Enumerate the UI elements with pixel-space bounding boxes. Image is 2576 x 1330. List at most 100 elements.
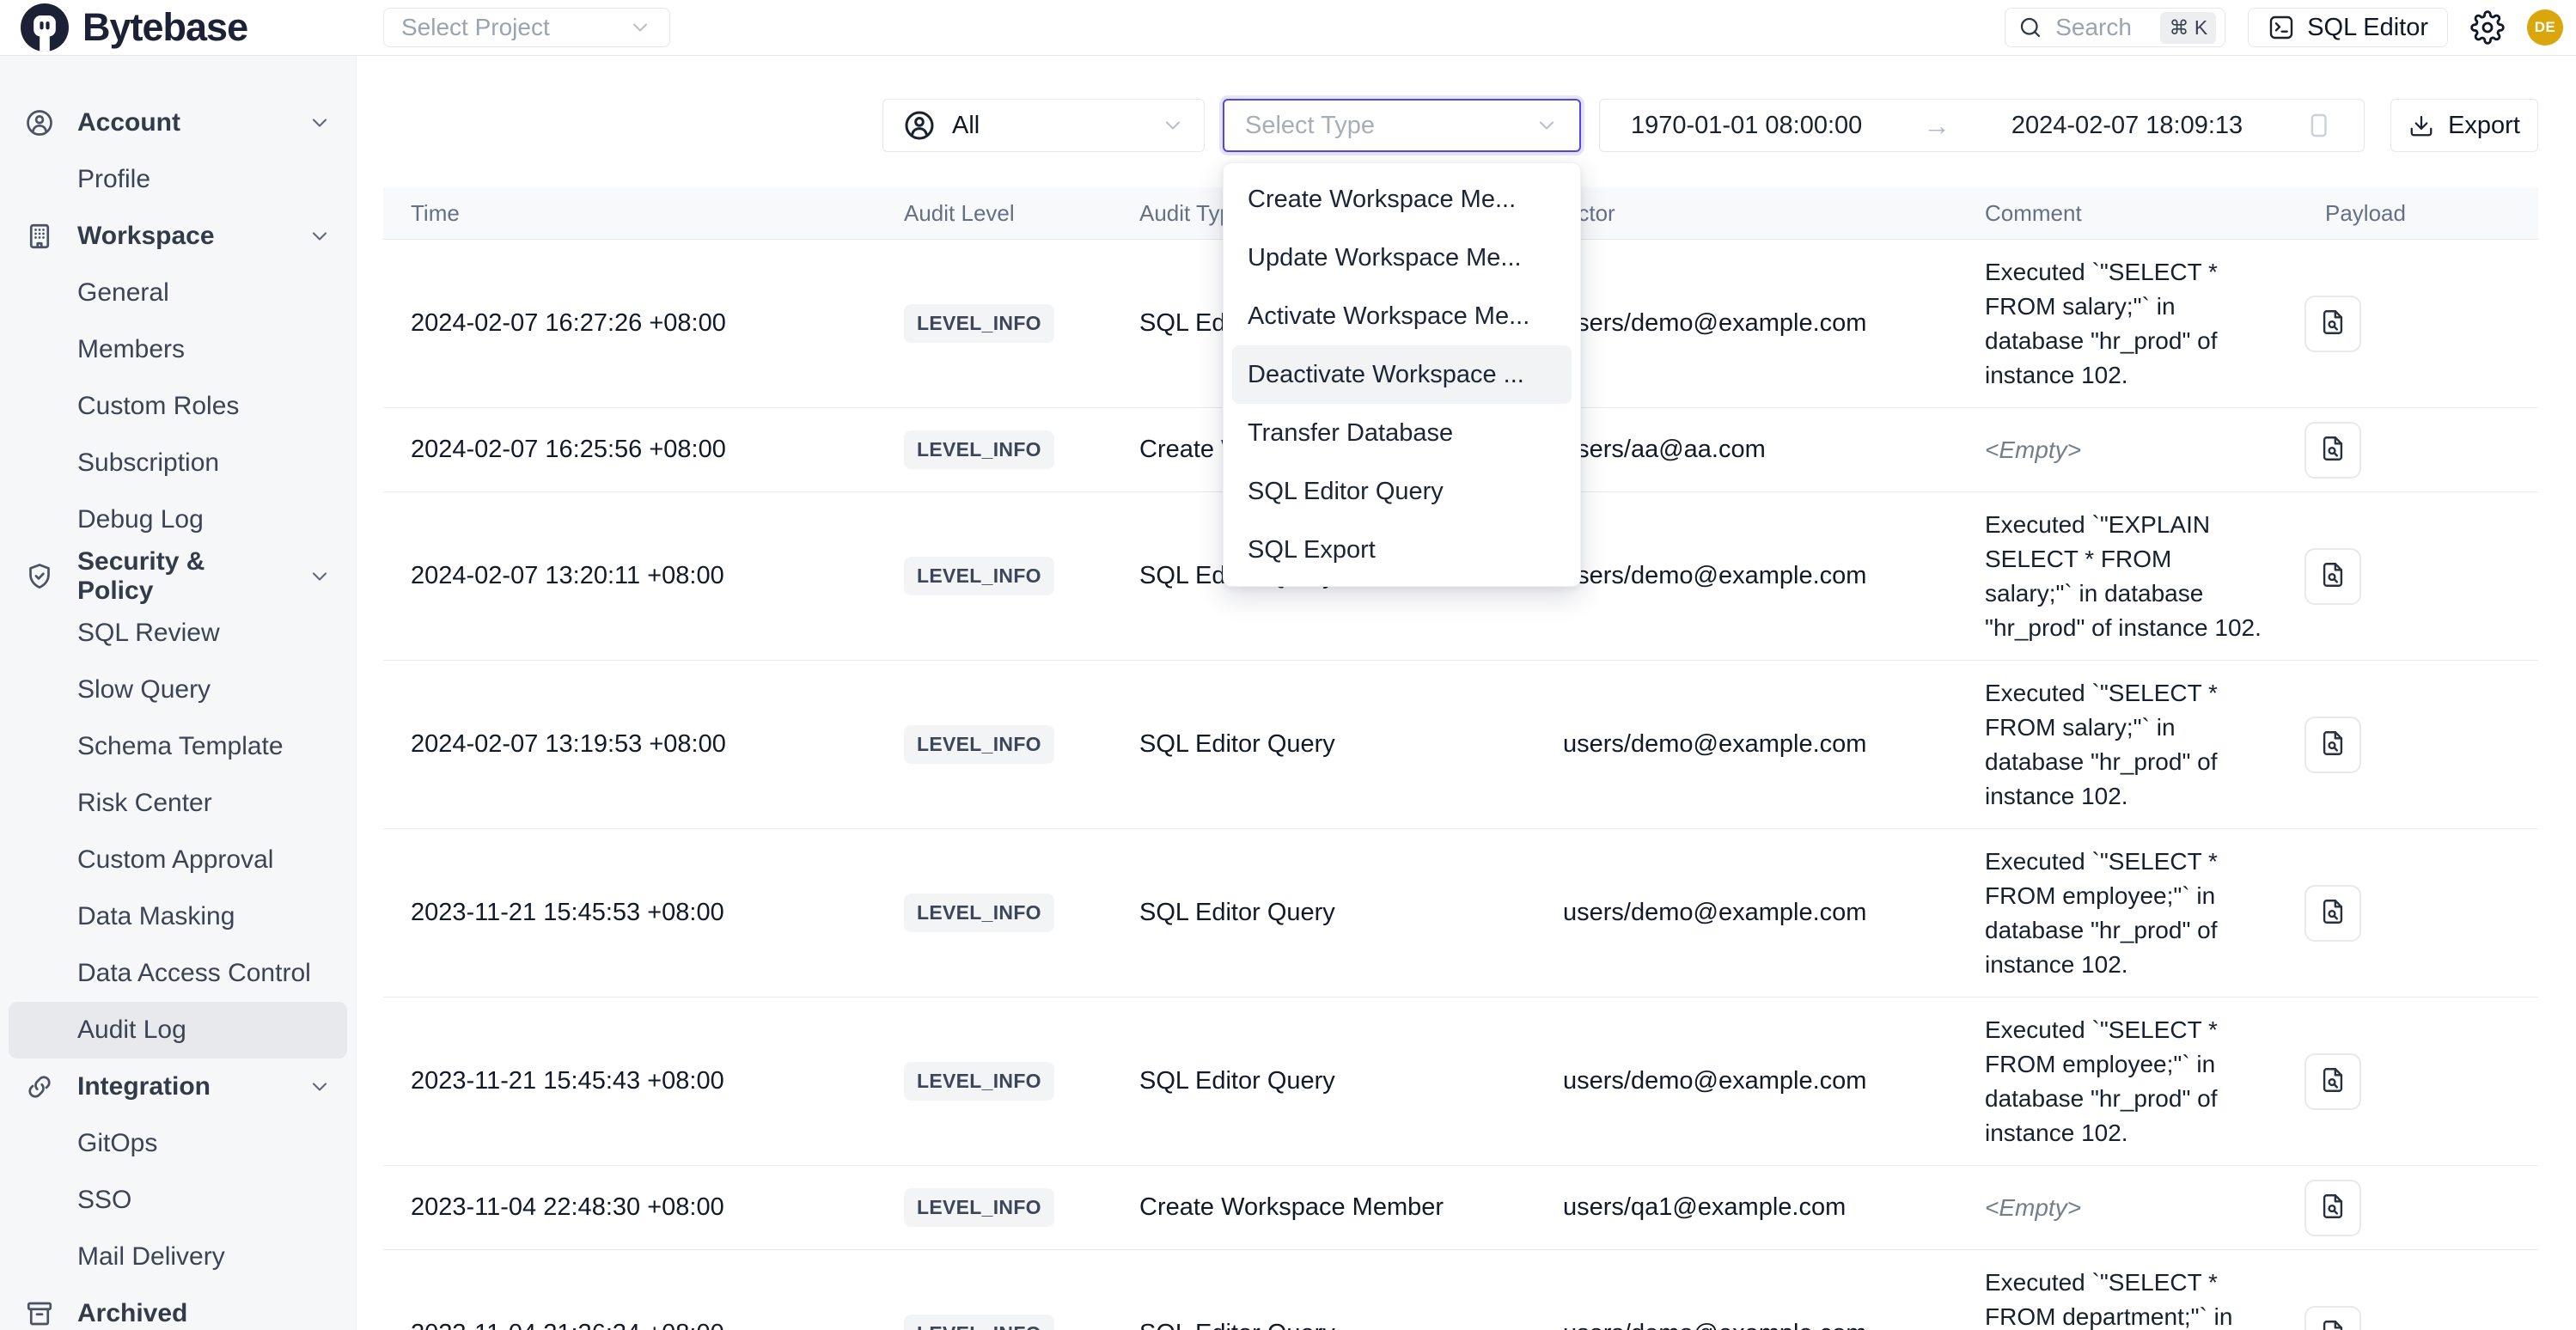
dropdown-option-label: Activate Workspace Me... — [1248, 302, 1529, 331]
sidebar-item-debug-log[interactable]: Debug Log — [9, 491, 347, 548]
dropdown-option-sql-editor-query[interactable]: SQL Editor Query — [1232, 462, 1572, 521]
audit-level-badge: LEVEL_INFO — [904, 1188, 1054, 1227]
sidebar-group-label: Workspace — [77, 222, 215, 251]
sidebar-group-integration[interactable]: Integration — [9, 1059, 347, 1115]
dropdown-option-transfer-database[interactable]: Transfer Database — [1232, 404, 1572, 462]
view-payload-button[interactable] — [2304, 1180, 2361, 1236]
sidebar-item-label: Schema Template — [77, 732, 284, 761]
audit-level-cell: LEVEL_INFO — [883, 725, 1119, 764]
audit-time: 2024-02-07 13:20:11 +08:00 — [383, 562, 883, 590]
view-payload-button[interactable] — [2304, 885, 2361, 942]
sidebar-item-label: GitOps — [77, 1129, 157, 1158]
sidebar-item-label: Members — [77, 335, 185, 364]
payload-cell — [2268, 885, 2538, 942]
payload-cell — [2268, 717, 2538, 773]
column-header-time: Time — [383, 200, 883, 227]
dropdown-option-create-workspace-me[interactable]: Create Workspace Me... — [1232, 170, 1572, 229]
file-search-icon — [2318, 1192, 2347, 1223]
date-range-start[interactable]: 1970-01-01 08:00:00 — [1631, 112, 1862, 140]
dropdown-option-update-workspace-me[interactable]: Update Workspace Me... — [1232, 229, 1572, 287]
sidebar-item-data-masking[interactable]: Data Masking — [9, 888, 347, 945]
audit-time: 2023-11-04 21:26:34 +08:00 — [383, 1320, 883, 1330]
sidebar-item-slow-query[interactable]: Slow Query — [9, 662, 347, 718]
date-range-picker[interactable]: 1970-01-01 08:00:00 → 2024-02-07 18:09:1… — [1599, 99, 2365, 152]
sidebar-item-general[interactable]: General — [9, 265, 347, 321]
view-payload-button[interactable] — [2304, 1306, 2361, 1330]
bytebase-logo-icon — [21, 3, 69, 52]
brand[interactable]: Bytebase — [0, 3, 357, 52]
sidebar-item-gitops[interactable]: GitOps — [9, 1115, 347, 1172]
view-payload-button[interactable] — [2304, 717, 2361, 773]
view-payload-button[interactable] — [2304, 422, 2361, 479]
audit-type: SQL Editor Query — [1119, 1320, 1542, 1330]
sidebar-item-data-access-control[interactable]: Data Access Control — [9, 945, 347, 1002]
sidebar-item-sql-review[interactable]: SQL Review — [9, 605, 347, 662]
sidebar-item-sso[interactable]: SSO — [9, 1172, 347, 1229]
settings-gear-icon[interactable] — [2470, 10, 2505, 45]
archive-icon — [24, 1298, 55, 1329]
payload-cell — [2268, 296, 2538, 352]
sidebar-item-label: Subscription — [77, 448, 219, 478]
sidebar-item-label: Custom Roles — [77, 392, 239, 421]
table-row: 2023-11-21 15:45:43 +08:00LEVEL_INFOSQL … — [383, 998, 2538, 1166]
export-button[interactable]: Export — [2390, 99, 2538, 152]
audit-level-badge: LEVEL_INFO — [904, 430, 1054, 469]
audit-actor: users/demo@example.com — [1542, 309, 1964, 338]
dropdown-option-deactivate-workspace[interactable]: Deactivate Workspace ... — [1232, 345, 1572, 404]
search-placeholder: Search — [2055, 14, 2148, 41]
chevron-down-icon — [1161, 113, 1185, 137]
dropdown-option-activate-workspace-me[interactable]: Activate Workspace Me... — [1232, 287, 1572, 345]
sidebar-item-label: Risk Center — [77, 789, 212, 818]
audit-level-cell: LEVEL_INFO — [883, 1062, 1119, 1101]
topbar: Bytebase Select Project Search ⌘ K SQL E… — [0, 0, 2576, 56]
column-header-payload: Payload — [2268, 200, 2538, 227]
date-range-end[interactable]: 2024-02-07 18:09:13 — [2011, 112, 2243, 140]
sidebar-item-custom-approval[interactable]: Custom Approval — [9, 832, 347, 888]
terminal-icon — [2268, 14, 2295, 41]
audit-comment: Executed `"EXPLAIN SELECT * FROM salary;… — [1964, 508, 2268, 645]
dropdown-option-label: Deactivate Workspace ... — [1248, 361, 1524, 389]
table-row: 2024-02-07 13:19:53 +08:00LEVEL_INFOSQL … — [383, 661, 2538, 829]
brand-name: Bytebase — [82, 5, 247, 50]
sidebar-item-label: Audit Log — [77, 1016, 186, 1045]
dropdown-option-label: SQL Editor Query — [1248, 478, 1444, 506]
dropdown-option-label: Update Workspace Me... — [1248, 244, 1522, 272]
sidebar-group-workspace[interactable]: Workspace — [9, 208, 347, 265]
export-label: Export — [2448, 112, 2520, 140]
view-payload-button[interactable] — [2304, 1053, 2361, 1110]
audit-comment: Executed `"SELECT * FROM employee;"` in … — [1964, 845, 2268, 982]
audit-level-badge: LEVEL_INFO — [904, 557, 1054, 595]
sidebar-item-risk-center[interactable]: Risk Center — [9, 775, 347, 832]
file-search-icon — [2318, 1318, 2347, 1330]
audit-time: 2023-11-21 15:45:43 +08:00 — [383, 1067, 883, 1095]
dropdown-option-label: Create Workspace Me... — [1248, 186, 1516, 214]
audit-time: 2024-02-07 13:19:53 +08:00 — [383, 730, 883, 759]
sidebar-group-account[interactable]: Account — [9, 95, 347, 151]
view-payload-button[interactable] — [2304, 296, 2361, 352]
sidebar-item-subscription[interactable]: Subscription — [9, 435, 347, 491]
dropdown-option-sql-export[interactable]: SQL Export — [1232, 521, 1572, 579]
sidebar-group-security-policy[interactable]: Security & Policy — [9, 548, 347, 605]
project-select[interactable]: Select Project — [383, 8, 670, 47]
search-input[interactable]: Search ⌘ K — [2005, 8, 2225, 47]
file-search-icon — [2318, 729, 2347, 760]
sidebar-item-profile[interactable]: Profile — [9, 151, 347, 208]
type-filter-placeholder: Select Type — [1245, 112, 1375, 140]
payload-cell — [2268, 1180, 2538, 1236]
sidebar-item-label: Mail Delivery — [77, 1242, 225, 1272]
sql-editor-button[interactable]: SQL Editor — [2248, 8, 2448, 47]
sidebar-item-members[interactable]: Members — [9, 321, 347, 378]
view-payload-button[interactable] — [2304, 548, 2361, 605]
chevron-down-icon — [308, 1075, 332, 1099]
sidebar-group-archived[interactable]: Archived — [9, 1285, 347, 1330]
type-filter-select[interactable]: Select Type — [1223, 99, 1581, 152]
audit-level-cell: LEVEL_INFO — [883, 1188, 1119, 1227]
sidebar-item-custom-roles[interactable]: Custom Roles — [9, 378, 347, 435]
avatar[interactable]: DE — [2527, 9, 2563, 46]
sidebar-item-audit-log[interactable]: Audit Log — [9, 1002, 347, 1059]
sidebar-item-schema-template[interactable]: Schema Template — [9, 718, 347, 775]
shield-check-icon — [24, 561, 55, 592]
actor-filter-select[interactable]: All — [882, 99, 1205, 152]
sidebar-item-mail-delivery[interactable]: Mail Delivery — [9, 1229, 347, 1285]
audit-time: 2023-11-21 15:45:53 +08:00 — [383, 899, 883, 927]
